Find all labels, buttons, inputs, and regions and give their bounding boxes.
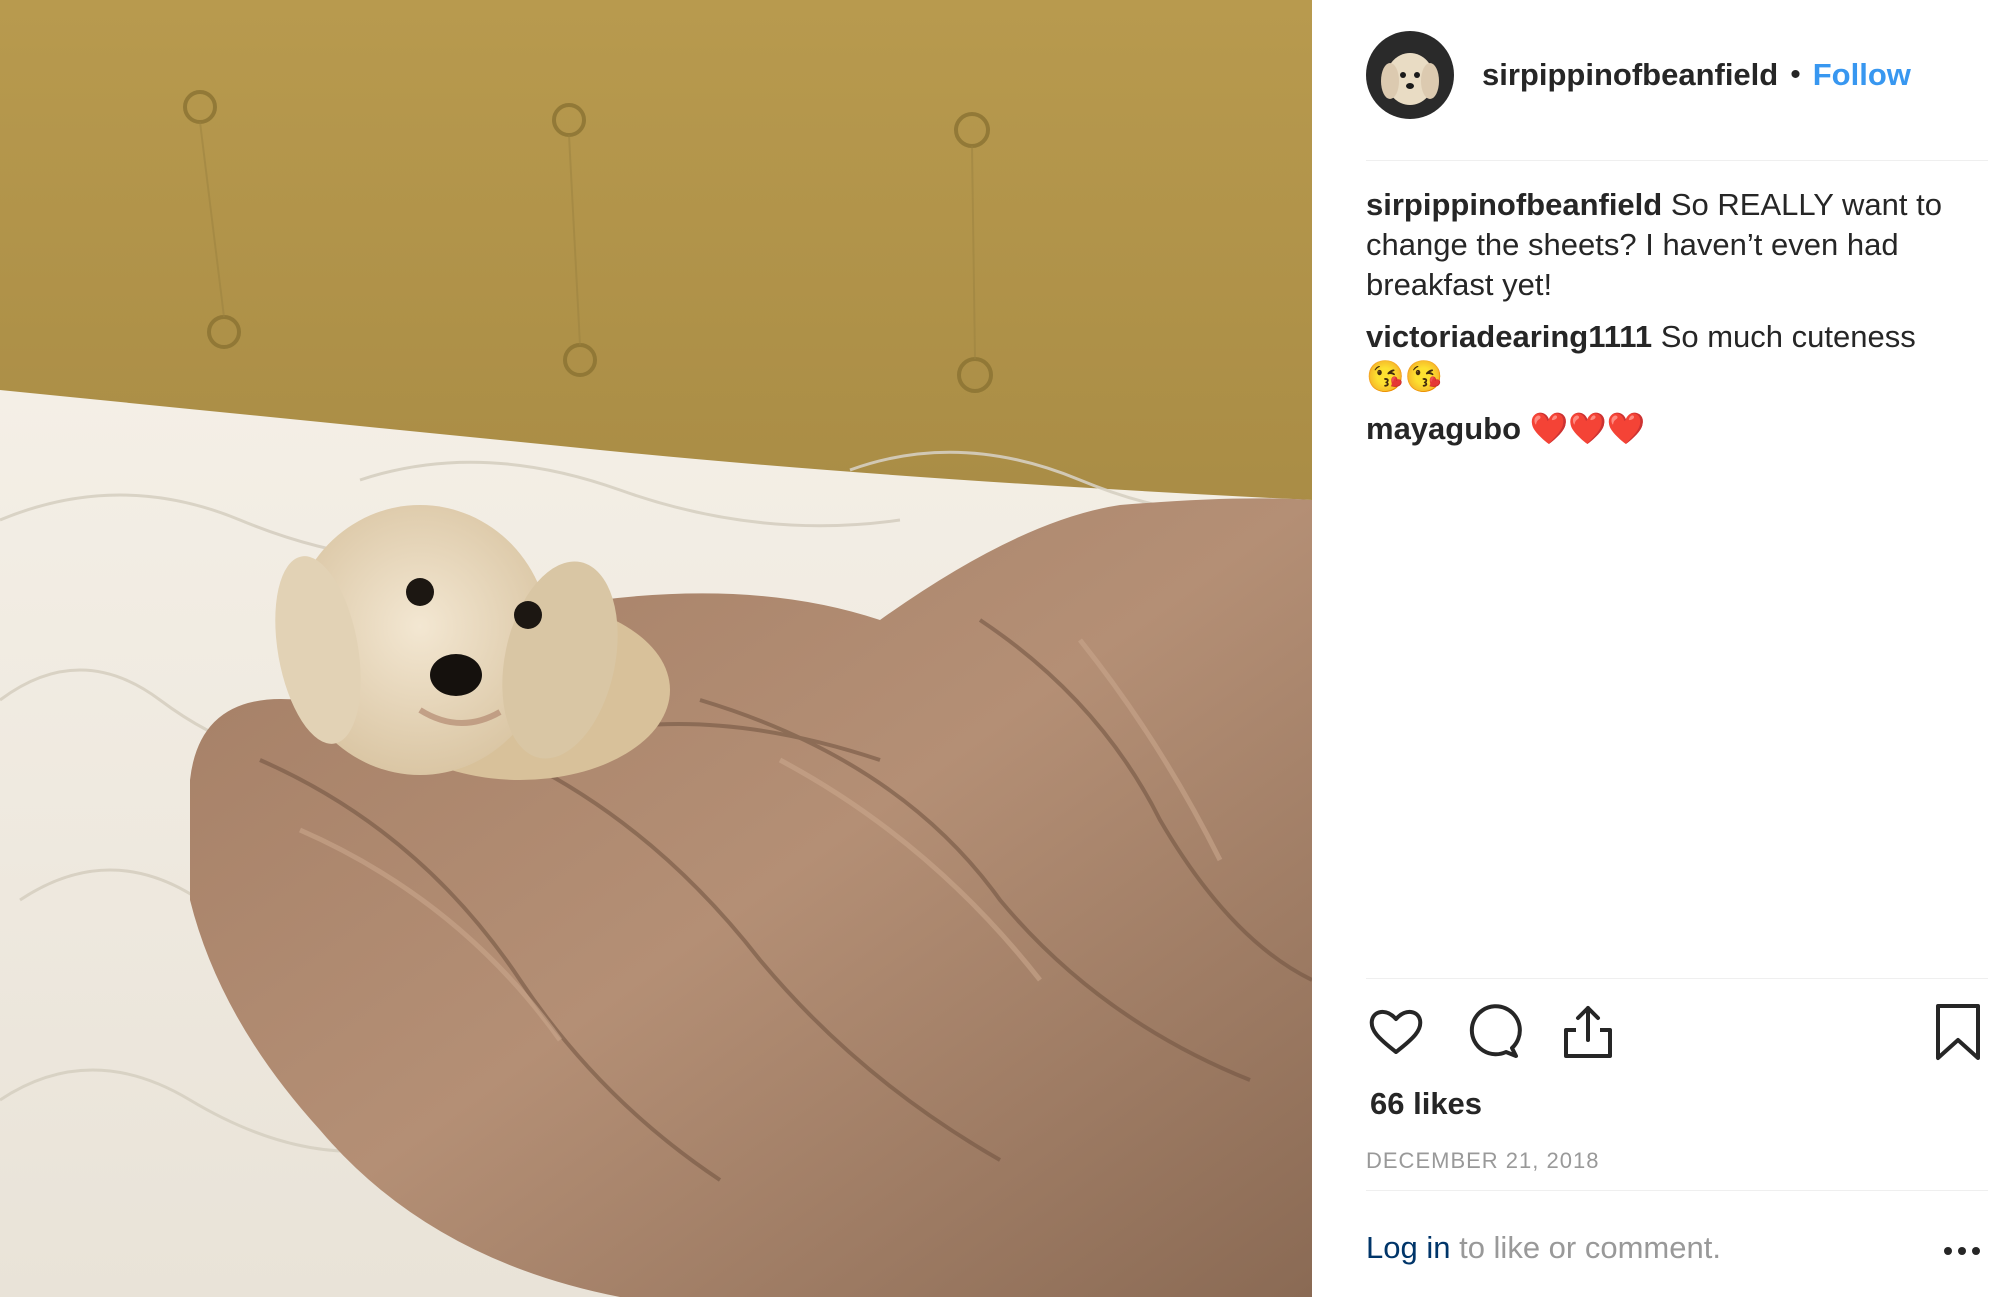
- heart-icon[interactable]: [1366, 1002, 1426, 1062]
- comment-text: ❤️❤️❤️: [1529, 411, 1646, 446]
- comment-item: sirpippinofbeanfield So REALLY want to c…: [1366, 185, 1956, 305]
- header-divider: [1366, 160, 1988, 161]
- bookmark-icon[interactable]: [1928, 1002, 1988, 1062]
- comment-item: victoriadearing1111 So much cuteness 😘😘: [1366, 317, 1956, 397]
- likes-count[interactable]: 66 likes: [1370, 1086, 1482, 1122]
- login-prompt: Log in to like or comment.: [1366, 1230, 1721, 1266]
- comment-username[interactable]: mayagubo: [1366, 411, 1521, 446]
- post-date: DECEMBER 21, 2018: [1366, 1148, 1600, 1173]
- post-photo[interactable]: [0, 0, 1312, 1297]
- share-icon[interactable]: [1558, 1002, 1618, 1062]
- more-options-icon[interactable]: [1942, 1236, 1982, 1266]
- actions-divider: [1366, 978, 1988, 979]
- follow-button[interactable]: Follow: [1813, 57, 1911, 93]
- comment-username[interactable]: sirpippinofbeanfield: [1366, 187, 1662, 222]
- login-prompt-text: to like or comment.: [1450, 1230, 1721, 1265]
- login-link[interactable]: Log in: [1366, 1230, 1450, 1265]
- comment-item: mayagubo ❤️❤️❤️: [1366, 409, 1956, 449]
- footer-divider: [1366, 1190, 1988, 1191]
- header-separator: •: [1790, 58, 1801, 91]
- action-bar: [1366, 1002, 1988, 1064]
- post-side-panel: sirpippinofbeanfield • Follow sirpippino…: [1312, 0, 2000, 1297]
- post-header: sirpippinofbeanfield • Follow: [1366, 30, 1911, 120]
- comments-list: sirpippinofbeanfield So REALLY want to c…: [1366, 185, 1956, 461]
- comment-username[interactable]: victoriadearing1111: [1366, 319, 1652, 354]
- author-username[interactable]: sirpippinofbeanfield: [1482, 57, 1778, 93]
- author-avatar[interactable]: [1366, 31, 1454, 119]
- comment-icon[interactable]: [1462, 1002, 1522, 1062]
